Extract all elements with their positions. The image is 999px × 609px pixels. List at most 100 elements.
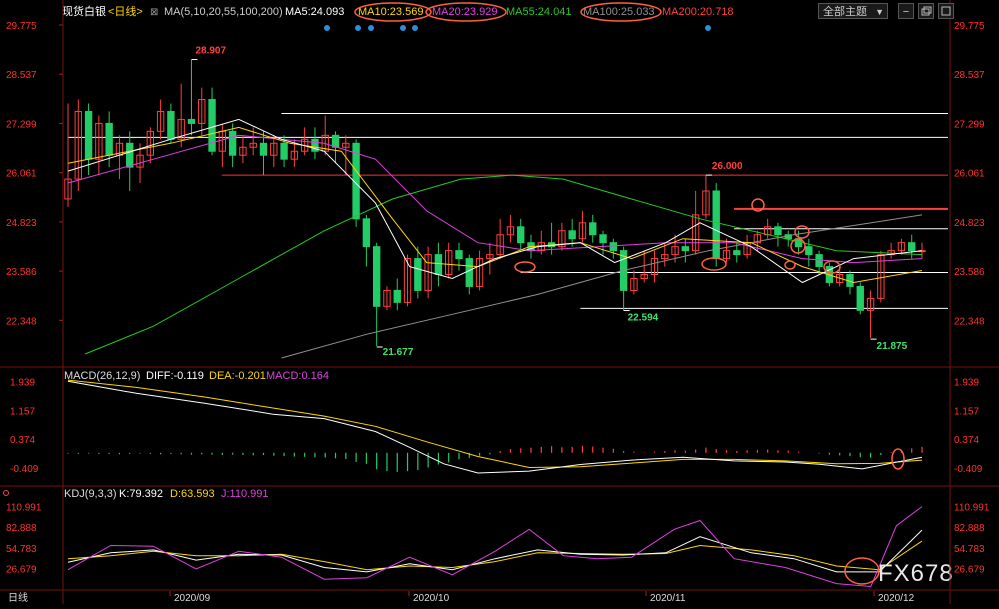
candle-body	[815, 254, 823, 268]
candle[interactable]	[167, 103, 175, 144]
kdj-label[interactable]: KDJ(9,3,3)	[64, 488, 117, 500]
candle[interactable]	[506, 214, 515, 243]
event-marker[interactable]	[324, 25, 330, 31]
candle[interactable]	[486, 242, 494, 275]
candle[interactable]	[208, 87, 216, 156]
candle[interactable]	[589, 214, 597, 243]
candle[interactable]	[517, 218, 525, 251]
candle[interactable]	[218, 123, 227, 168]
candle[interactable]	[702, 175, 710, 219]
candle-body	[733, 250, 741, 256]
candle[interactable]	[465, 254, 473, 295]
x-tick-label: 2020/10	[413, 593, 450, 604]
candle-body	[331, 134, 340, 148]
period-label[interactable]: <日线>	[108, 4, 143, 18]
y-tick-left: 28.537	[6, 70, 37, 81]
candle[interactable]	[270, 135, 278, 168]
kdj-y-tick-right: 54.783	[954, 544, 985, 555]
candle[interactable]	[908, 234, 916, 259]
ma20-line	[67, 134, 923, 264]
candle[interactable]	[568, 218, 576, 247]
y-tick-left: 27.299	[6, 119, 37, 130]
candle[interactable]	[95, 115, 103, 176]
candle[interactable]	[897, 238, 906, 255]
candle-body	[609, 242, 618, 252]
theme-select[interactable]: 全部主题 ▼	[818, 3, 888, 19]
kdj-panel[interactable]: KDJ(9,3,3) K:79.392 D:63.593 J:110.991 110.9…	[3, 488, 990, 588]
macd-y-tick-right: 0.374	[954, 435, 979, 446]
candle[interactable]	[691, 191, 700, 255]
candle-body	[856, 285, 864, 311]
y-tick-left: 29.775	[6, 21, 37, 32]
candle-body	[465, 258, 473, 287]
candle[interactable]	[537, 230, 545, 255]
candle[interactable]	[558, 222, 566, 251]
kdj-j-line	[67, 506, 923, 588]
candle[interactable]	[115, 135, 124, 180]
event-marker[interactable]	[355, 25, 361, 31]
candle[interactable]	[74, 99, 82, 191]
chart-area[interactable]: 现货白银 <日线> ⊠ MA(5,10,20,55,100,200) MA5:2…	[0, 0, 999, 604]
candle[interactable]	[712, 183, 720, 267]
price-annotation: 28.907	[195, 45, 226, 56]
minimize-button[interactable]: −	[898, 3, 914, 19]
macd-y-tick-right: 1.939	[954, 378, 979, 389]
candle[interactable]	[609, 238, 618, 259]
candle[interactable]	[156, 99, 165, 140]
candle[interactable]	[774, 222, 782, 247]
candle[interactable]	[198, 87, 206, 136]
close-icon[interactable]: ⊠	[150, 7, 158, 18]
event-marker[interactable]	[705, 25, 711, 31]
price-annotation: 26.000	[712, 161, 743, 172]
candle[interactable]	[362, 214, 371, 267]
candle[interactable]	[239, 135, 247, 164]
candle-body	[228, 130, 237, 156]
indicator-settings-icon[interactable]	[3, 490, 9, 496]
candle[interactable]	[445, 242, 453, 279]
dea-line	[67, 379, 923, 469]
maximize-button[interactable]	[938, 3, 954, 19]
candle[interactable]	[475, 250, 484, 291]
candle[interactable]	[877, 250, 885, 303]
candle[interactable]	[311, 127, 319, 160]
candle[interactable]	[650, 250, 659, 283]
minus-icon: −	[902, 6, 910, 18]
candle[interactable]	[887, 242, 895, 259]
candle[interactable]	[372, 242, 381, 347]
candle[interactable]	[383, 286, 391, 311]
ma-value-4: MA100:25.033	[583, 6, 655, 18]
candle[interactable]	[496, 218, 504, 259]
candle[interactable]	[64, 103, 72, 207]
candle[interactable]	[228, 123, 237, 168]
instrument-name: 现货白银	[62, 4, 106, 18]
event-marker[interactable]	[412, 25, 418, 31]
candle[interactable]	[805, 238, 813, 267]
candle-body	[681, 246, 690, 252]
macd-label[interactable]: MACD(26,12,9)	[64, 370, 140, 382]
candle[interactable]	[342, 135, 350, 176]
candle[interactable]	[630, 270, 638, 295]
restore-button[interactable]	[918, 3, 934, 19]
candle[interactable]	[866, 290, 875, 339]
candle[interactable]	[599, 230, 607, 255]
kdj-y-tick-left: 82.888	[6, 523, 37, 534]
candle[interactable]	[393, 278, 401, 311]
kdj-y-tick-left: 26.679	[6, 564, 37, 575]
candle[interactable]	[126, 131, 134, 191]
macd-y-tick-left: 1.939	[10, 378, 35, 389]
candle[interactable]	[578, 210, 587, 243]
price-panel[interactable]: 29.775 29.775 28.537 28.537 27.299 27.299 26.0…	[6, 21, 985, 359]
candle[interactable]	[434, 242, 443, 287]
candle[interactable]	[455, 242, 463, 271]
kdj-d: D:63.593	[170, 488, 215, 500]
y-tick-right: 26.061	[954, 169, 985, 180]
kdj-y-tick-left: 110.991	[6, 503, 42, 514]
event-marker[interactable]	[400, 25, 406, 31]
macd-panel[interactable]: MACD(26,12,9) DIFF:-0.119 DEA:-0.201 MACD:0…	[10, 370, 983, 475]
candle[interactable]	[187, 59, 196, 136]
bottom-period-label[interactable]: 日线	[8, 591, 28, 604]
event-marker[interactable]	[368, 25, 374, 31]
ma-settings-label[interactable]: MA(5,10,20,55,100,200)	[164, 6, 283, 18]
candle[interactable]	[856, 282, 864, 315]
candle-body	[167, 110, 175, 140]
